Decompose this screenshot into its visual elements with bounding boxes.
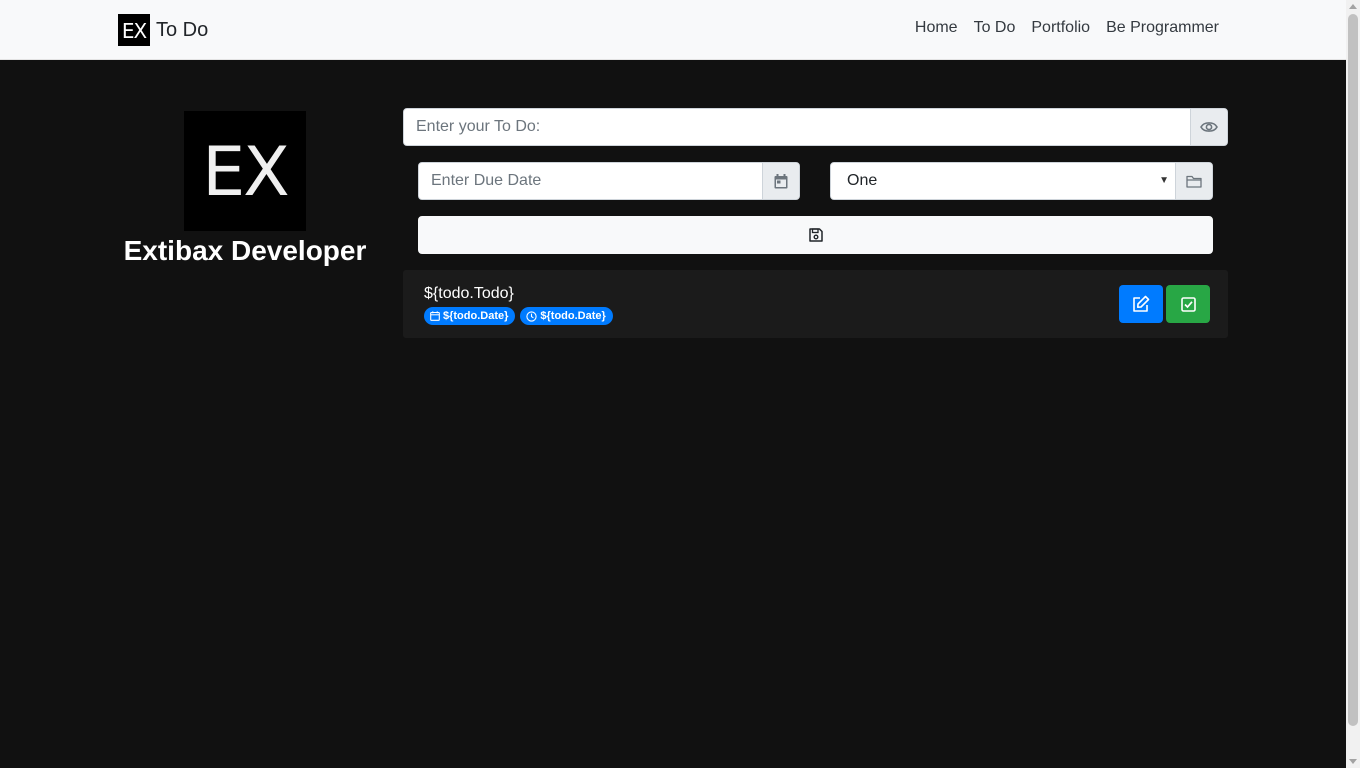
eye-icon [1200, 122, 1218, 132]
todo-item: ${todo.Todo} ${todo.Date} ${todo.Date} [403, 270, 1228, 338]
due-date-group [418, 162, 800, 200]
date-badge: ${todo.Date} [424, 307, 516, 325]
navbar: EX To Do Home To Do Portfolio Be Program… [0, 0, 1346, 60]
scroll-down-arrow[interactable] [1349, 759, 1357, 764]
time-badge: ${todo.Date} [520, 307, 613, 325]
due-date-input[interactable] [419, 163, 762, 199]
nav-link-portfolio[interactable]: Portfolio [1031, 19, 1090, 37]
calendar-icon [774, 173, 788, 188]
todo-badges: ${todo.Date} ${todo.Date} [424, 307, 613, 325]
time-badge-text: ${todo.Date} [540, 310, 606, 322]
folder-icon [1186, 175, 1202, 188]
todo-input-group [403, 108, 1228, 146]
save-icon [808, 228, 823, 242]
nav-link-home[interactable]: Home [915, 19, 958, 37]
scroll-thumb[interactable] [1348, 14, 1358, 726]
category-select[interactable]: One ▼ [831, 163, 1175, 199]
chevron-down-icon: ▼ [1159, 175, 1169, 186]
date-badge-text: ${todo.Date} [443, 310, 509, 322]
brand-text: To Do [156, 18, 209, 41]
nav-links: Home To Do Portfolio Be Programmer [915, 19, 1219, 37]
check-square-icon [1180, 296, 1196, 312]
brand-logo: EX [118, 14, 150, 46]
save-todo-button[interactable] [418, 216, 1213, 254]
complete-todo-button[interactable] [1166, 285, 1210, 323]
edit-todo-button[interactable] [1119, 285, 1163, 323]
clock-icon [526, 310, 538, 322]
calendar-icon [430, 311, 440, 321]
todo-text: ${todo.Todo} [424, 285, 514, 302]
page-scrollbar[interactable] [1346, 0, 1360, 768]
todo-input[interactable] [404, 109, 1190, 145]
profile-logo: EX [184, 111, 306, 231]
nav-link-be-programmer[interactable]: Be Programmer [1106, 19, 1219, 37]
scroll-up-arrow[interactable] [1349, 4, 1357, 9]
category-group: One ▼ [830, 162, 1213, 200]
show-todos-button[interactable] [1190, 109, 1227, 145]
edit-icon [1133, 295, 1150, 312]
folder-button[interactable] [1175, 163, 1212, 199]
profile-name: Extibax Developer [123, 235, 367, 266]
nav-link-todo[interactable]: To Do [974, 19, 1016, 37]
navbar-brand[interactable]: EX To Do [118, 14, 208, 46]
calendar-button[interactable] [762, 163, 799, 199]
category-selected: One [847, 172, 878, 189]
